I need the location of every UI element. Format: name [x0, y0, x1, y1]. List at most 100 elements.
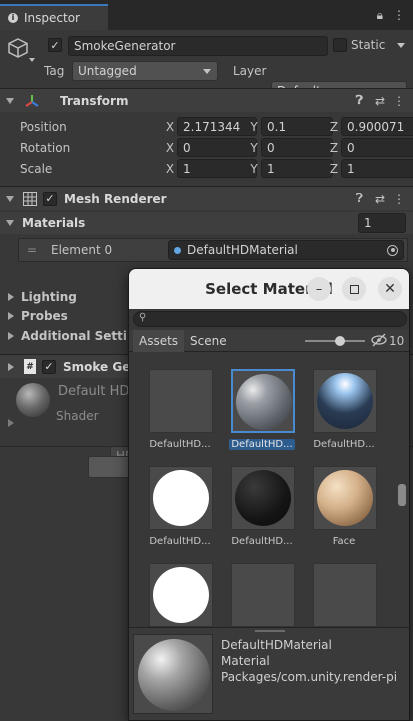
tab-inspector[interactable]: i Inspector [0, 4, 108, 30]
axis-label-z[interactable]: Z [328, 141, 340, 155]
preview-name: DefaultHDMaterial [221, 638, 332, 652]
preview-sphere [138, 639, 210, 711]
preview-path: Packages/com.unity.render-pi [221, 670, 398, 684]
mesh-grid-icon [22, 191, 38, 207]
asset-item[interactable]: DefaultHD... [139, 369, 221, 469]
help-icon[interactable]: ❓︎ [356, 191, 363, 206]
asset-thumbnail [231, 369, 295, 433]
axis-label-y[interactable]: Y [248, 120, 260, 134]
preset-icon[interactable]: ⇄ [375, 94, 385, 108]
transform-x-field[interactable]: 0 [177, 138, 257, 157]
thumbnail-size-slider[interactable] [305, 336, 365, 346]
axis-label-y[interactable]: Y [248, 162, 260, 176]
maximize-icon[interactable] [342, 277, 366, 301]
transform-z-field[interactable]: 0 [341, 138, 413, 157]
layer-label: Layer [233, 64, 267, 78]
tab-scene[interactable]: Scene [184, 330, 233, 352]
element-0-material-field[interactable]: DefaultHDMaterial [168, 240, 404, 260]
axis-label-x[interactable]: X [164, 162, 176, 176]
object-name-field[interactable]: SmokeGenerator [68, 36, 328, 56]
material-sphere [317, 373, 373, 429]
hidden-eye-icon[interactable] [371, 333, 387, 350]
materials-count-field[interactable]: 1 [358, 213, 406, 233]
tab-scene-label: Scene [190, 334, 227, 348]
static-dropdown-caret[interactable] [397, 43, 405, 48]
asset-item[interactable]: DefaultHD... [221, 369, 303, 469]
component-menu-icon[interactable]: ⋮ [393, 94, 405, 108]
tag-dropdown[interactable]: Untagged [72, 61, 218, 81]
transform-row-label: Rotation [20, 140, 71, 155]
foldout-arrow-icon [6, 195, 14, 202]
drag-handle-icon[interactable]: = [27, 243, 37, 257]
foldout-arrow-icon [6, 220, 14, 226]
object-picker-icon[interactable] [387, 244, 398, 256]
asset-thumbnail [231, 466, 295, 530]
help-icon[interactable]: ❓︎ [356, 93, 363, 108]
static-checkbox[interactable] [333, 38, 347, 52]
active-checkbox[interactable]: ✓ [48, 38, 62, 52]
drag-handle[interactable] [255, 630, 285, 632]
component-menu-icon[interactable]: ⋮ [393, 192, 405, 206]
smoke-material-name: Default HD [58, 384, 130, 399]
asset-thumbnail [313, 369, 377, 433]
transform-z-field[interactable]: 1 [341, 159, 413, 178]
scrollbar-thumb[interactable] [398, 484, 406, 506]
mesh-renderer-header[interactable]: ✓ Mesh Renderer ❓︎ ⇄ ⋮ [0, 186, 413, 210]
menu-icon[interactable]: ⋮ [393, 8, 405, 23]
mesh-renderer-enabled-checkbox[interactable]: ✓ [43, 191, 57, 206]
asset-item[interactable]: DefaultHD... [139, 466, 221, 566]
materials-label: Materials [22, 216, 86, 230]
search-input[interactable]: ⚲ [133, 311, 407, 327]
transform-row-label: Position [20, 119, 67, 134]
inspector-tab-bar: i Inspector 🔒︎ ⋮ [0, 0, 413, 30]
axis-label-x[interactable]: X [164, 141, 176, 155]
transform-y-field[interactable]: 0.1 [261, 117, 333, 136]
popup-title-bar[interactable]: Select Material [129, 269, 409, 309]
smoke-generator-enabled-checkbox[interactable]: ✓ [42, 359, 56, 374]
asset-label: DefaultHD... [149, 439, 211, 450]
axis-label-y[interactable]: Y [248, 141, 260, 155]
transform-y-field[interactable]: 0 [261, 138, 333, 157]
axis-label-z[interactable]: Z [328, 162, 340, 176]
transform-row: Rotation X 0 Y 0 Z 0 [0, 137, 413, 158]
smoke-expand-arrow-icon[interactable] [8, 419, 14, 427]
transform-row: Position X 2.171344 Y 0.1 Z 0.900071 [0, 116, 413, 137]
transform-x-field[interactable]: 2.171344 [177, 117, 257, 136]
foldout-arrow-icon [8, 293, 14, 301]
select-material-window: Select Material – ✕ ⚲ Assets Scene 10 De… [128, 268, 410, 721]
asset-item[interactable]: DefaultHD... [303, 369, 385, 469]
asset-item[interactable]: Face [303, 466, 385, 566]
popup-tab-bar: Assets Scene 10 [129, 330, 409, 352]
mesh-renderer-title: Mesh Renderer [64, 191, 167, 206]
materials-row[interactable]: Materials 1 [0, 212, 413, 234]
asset-item[interactable] [303, 563, 385, 631]
asset-grid-scrollbar[interactable] [398, 353, 406, 631]
close-icon[interactable]: ✕ [378, 277, 402, 301]
lighting-label: Lighting [21, 290, 77, 304]
preset-icon[interactable]: ⇄ [375, 192, 385, 206]
asset-item[interactable] [221, 563, 303, 631]
shader-label: Shader [56, 409, 99, 423]
preview-thumbnail [133, 634, 213, 714]
asset-thumbnail [149, 466, 213, 530]
axis-label-x[interactable]: X [164, 120, 176, 134]
tab-title: Inspector [24, 11, 80, 25]
gameobject-icon-caret[interactable] [29, 58, 35, 62]
asset-thumbnail [149, 369, 213, 433]
slider-handle[interactable] [335, 336, 345, 346]
minimize-icon[interactable]: – [307, 277, 331, 301]
asset-item[interactable]: DefaultHD... [221, 466, 303, 566]
lock-icon[interactable]: 🔒︎ [377, 8, 383, 23]
transform-row-label: Scale [20, 161, 53, 176]
tag-value: Untagged [78, 64, 137, 78]
asset-label: Face [332, 536, 356, 547]
transform-z-field[interactable]: 0.900071 [341, 117, 413, 136]
transform-y-field[interactable]: 1 [261, 159, 333, 178]
asset-item[interactable] [139, 563, 221, 631]
axis-label-z[interactable]: Z [328, 120, 340, 134]
tab-assets[interactable]: Assets [133, 330, 185, 352]
tag-label: Tag [44, 64, 65, 78]
transform-x-field[interactable]: 1 [177, 159, 257, 178]
transform-header[interactable]: Transform ❓︎ ⇄ ⋮ [0, 88, 413, 112]
material-ball-icon [174, 246, 181, 254]
